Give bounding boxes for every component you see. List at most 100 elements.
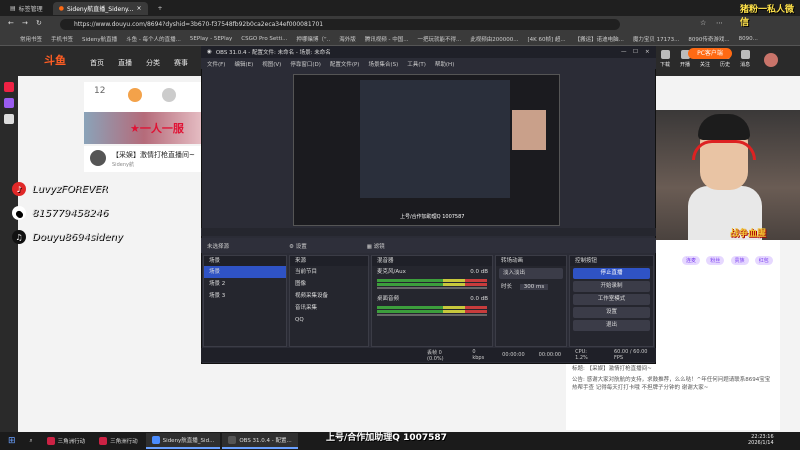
menu-help[interactable]: 帮助(H) — [435, 60, 454, 68]
chat-badge[interactable]: 贵族 — [730, 256, 749, 265]
mixer-channel-name: 麦克风/Aux 0.0 dB — [377, 269, 488, 275]
site-nav: 首页 直播 分类 赛事 — [90, 58, 188, 68]
chat-badge[interactable]: 红包 — [754, 256, 773, 265]
menu-scene-collection[interactable]: 场景集合(S) — [368, 60, 398, 68]
netease-music-icon: ♪ — [12, 182, 26, 196]
bookmark-item[interactable]: 手机书签 — [51, 35, 73, 43]
sidebar-game-icon[interactable] — [4, 98, 14, 108]
pc-client-button[interactable]: PC客户端 — [688, 48, 732, 59]
sidebar-live-icon[interactable] — [4, 82, 14, 92]
bookmark-item[interactable]: Sideny航直播 — [82, 35, 117, 43]
source-item[interactable]: 当前节目 — [290, 266, 368, 278]
room-title: 【采娱】激情打枪直播间~ — [112, 151, 195, 159]
taskbar-item[interactable]: 三角洲行动 — [41, 433, 92, 449]
nav-live[interactable]: 直播 — [118, 58, 132, 68]
refresh-icon[interactable]: ↻ — [36, 19, 42, 27]
source-item[interactable]: 视频采集设备 — [290, 290, 368, 302]
nav-home[interactable]: 首页 — [90, 58, 104, 68]
source-item[interactable]: 图像 — [290, 278, 368, 290]
scenes-dock: 场景 场景 场景 2 场景 3 — [203, 255, 287, 347]
browser-tab[interactable]: ▤ 标签管理 — [4, 2, 49, 15]
bookmark-item[interactable]: 海外版 — [339, 35, 356, 43]
bookmark-item[interactable]: 【搬运】诺迪电脑... — [575, 35, 624, 43]
audio-mixer-dock: 混音器 麦克风/Aux 0.0 dB 桌面音频 0.0 dB — [371, 255, 493, 347]
mixer-channel-name: 桌面音频 0.0 dB — [377, 296, 488, 302]
rank-icon[interactable] — [128, 88, 142, 102]
menu-profile[interactable]: 配置文件(P) — [330, 60, 360, 68]
nav-events[interactable]: 赛事 — [174, 58, 188, 68]
dock-title: 场景 — [204, 256, 286, 266]
stop-streaming-button[interactable]: 停止直播 — [573, 268, 650, 279]
bell-icon — [740, 50, 750, 59]
close-icon[interactable]: × — [136, 5, 141, 12]
transition-select[interactable]: 淡入淡出 — [499, 268, 563, 279]
menu-edit[interactable]: 编辑(E) — [234, 60, 253, 68]
site-logo[interactable]: 斗鱼 — [44, 52, 66, 68]
nav-category[interactable]: 分类 — [146, 58, 160, 68]
menu-file[interactable]: 文件(F) — [207, 60, 225, 68]
host-name[interactable]: Sideny航 — [112, 161, 134, 168]
obs-icon — [228, 436, 237, 444]
bookmark-item[interactable]: 一把玩就能不得... — [418, 35, 462, 43]
chat-badge[interactable]: 连麦 — [682, 256, 701, 265]
system-clock[interactable]: 22:23:16 2026/1/14 — [748, 434, 774, 446]
exit-button[interactable]: 退出 — [573, 320, 650, 331]
obs-status-bar: 丢帧 0 (0.0%) 0 kbps 00:00:00 00:00:00 CPU… — [201, 348, 656, 362]
overlay-top-text: 猪粉一私人微信 — [740, 5, 795, 28]
scene-item[interactable]: 场景 3 — [204, 290, 286, 302]
studio-mode-button[interactable]: 工作室模式 — [573, 294, 650, 305]
bookmark-item[interactable]: CSGO Pro Setti... — [241, 36, 287, 42]
menu-icon[interactable]: ⋯ — [716, 19, 723, 27]
url-input[interactable]: https://www.douyu.com/8694?dyshid=3b670-… — [60, 18, 620, 30]
properties-button[interactable]: ⚙ 设置 — [289, 242, 307, 250]
filters-button[interactable]: ▦ 滤镜 — [367, 242, 385, 250]
bookmark-item[interactable]: 魔力宝贝 17173... — [633, 35, 680, 43]
bookmark-item[interactable]: 常用书签 — [20, 35, 42, 43]
bookmark-item[interactable]: 5EPlay - 5EPlay — [190, 36, 232, 42]
maximize-icon[interactable]: ☐ — [633, 49, 638, 55]
source-item[interactable]: 音讯采集 — [290, 302, 368, 314]
taskbar-item[interactable]: OBS 31.0.4 - 配置... — [222, 433, 298, 449]
new-tab-button[interactable]: + — [152, 2, 169, 15]
bookmark-item[interactable]: 斗鱼 - 每个人的直播... — [126, 35, 181, 43]
browser-tab-active[interactable]: ● Sideny航直播_Sideny... × — [52, 1, 148, 15]
nav-download[interactable]: 下载 — [660, 50, 670, 68]
volume-slider[interactable] — [377, 287, 487, 289]
menu-docks[interactable]: 停靠窗口(D) — [290, 60, 321, 68]
bookmark-item[interactable]: 8090传奇游戏... — [688, 35, 729, 43]
bookmark-item[interactable]: 腾讯视频 - 中国... — [365, 35, 409, 43]
source-item[interactable]: QQ — [290, 314, 368, 326]
scene-item[interactable]: 场景 2 — [204, 278, 286, 290]
recording-time: 00:00:00 — [502, 352, 525, 358]
volume-slider[interactable] — [377, 314, 487, 316]
bookmark-item[interactable]: 此视频由200000... — [470, 35, 518, 43]
bookmark-item[interactable]: [4K 60帧] 超... — [528, 35, 566, 43]
close-icon[interactable]: × — [645, 49, 650, 55]
menu-tools[interactable]: 工具(T) — [407, 60, 426, 68]
transitions-dock: 转场动画 淡入淡出 时长 300 ms — [495, 255, 567, 347]
forward-icon[interactable]: → — [22, 19, 28, 27]
duration-input[interactable]: 300 ms — [519, 284, 549, 290]
sidebar-more-icon[interactable] — [4, 114, 14, 124]
preview-desktop-capture — [360, 80, 510, 198]
nav-messages[interactable]: 消息 — [740, 50, 750, 68]
room-info-card: 12 — [84, 82, 204, 114]
bookmark-item[interactable]: 押哪赌博（“.. — [296, 35, 330, 43]
menu-view[interactable]: 视图(V) — [262, 60, 281, 68]
start-recording-button[interactable]: 开始录制 — [573, 281, 650, 292]
windows-start-icon[interactable]: ⊞ — [2, 433, 22, 449]
filter-icon: ▦ — [366, 243, 374, 250]
chat-badge[interactable]: 粉丝 — [706, 256, 725, 265]
back-icon[interactable]: ← — [8, 19, 14, 27]
taskbar-item[interactable]: 三角洲行动 — [93, 433, 144, 449]
search-icon[interactable]: ⌕ — [24, 433, 39, 449]
settings-button[interactable]: 设置 — [573, 307, 650, 318]
scene-item[interactable]: 场景 — [204, 266, 286, 278]
extension-icon[interactable]: ☆ — [700, 19, 706, 27]
bookmark-item[interactable]: 8090... — [739, 36, 758, 42]
taskbar-item[interactable]: Sideny航直播_Sid... — [145, 433, 221, 449]
minimize-icon[interactable]: — — [621, 49, 627, 55]
user-avatar[interactable] — [764, 53, 778, 67]
gift-icon[interactable] — [162, 88, 176, 102]
host-avatar[interactable] — [90, 150, 106, 166]
